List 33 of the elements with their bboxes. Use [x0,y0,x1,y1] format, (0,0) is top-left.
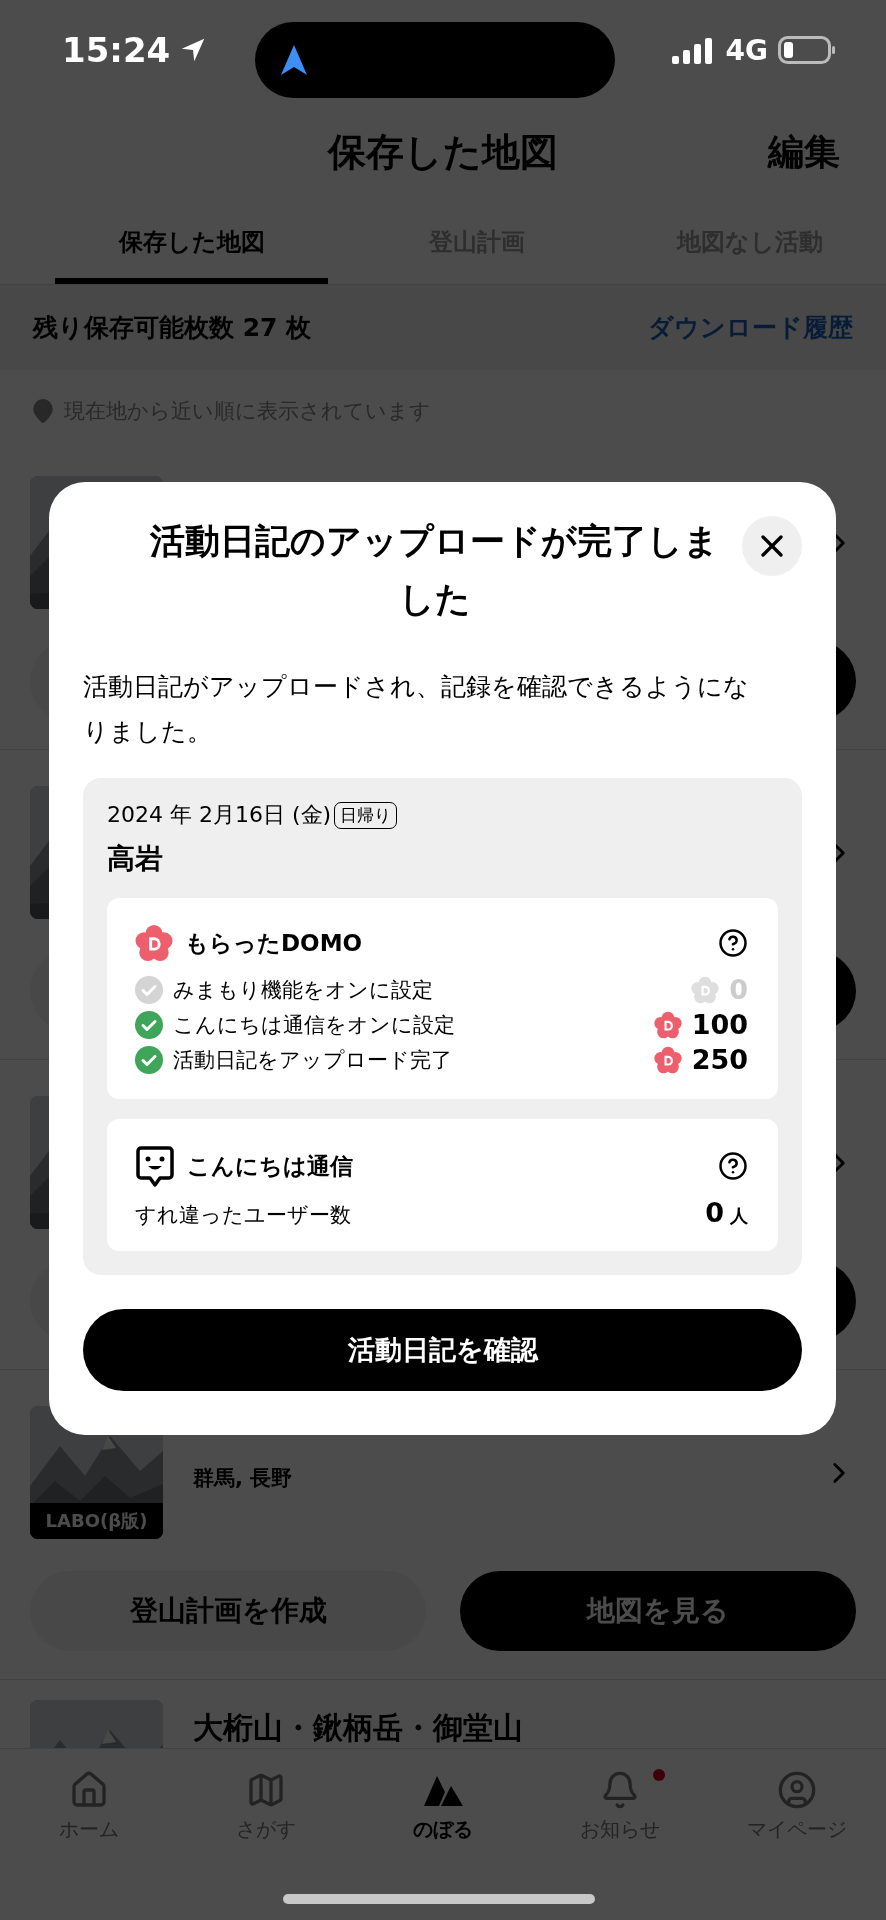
help-icon[interactable] [718,1151,748,1181]
encounter-title: こんにちは通信 [187,1151,354,1181]
battery-icon [778,36,836,64]
navigation-arrow-icon [281,45,307,75]
domo-task: こんにちは通信をオンに設定 [173,1011,456,1039]
encounter-unit: 人 [730,1204,748,1228]
domo-points: 100 [691,1009,748,1040]
encounter-count: 0 [705,1197,724,1228]
status-time: 15:24 [62,30,171,70]
map-title: 大桁山・鍬柄岳・御堂山 [193,1709,524,1747]
domo-flower-icon [135,924,173,962]
page-title: 保存した地図 [328,129,558,176]
quota-text: 残り保存可能枚数 27 枚 [33,312,312,344]
mountain-name: 高岩 [107,841,164,877]
view-diary-button[interactable]: 活動日記を確認 [83,1309,802,1391]
domo-task: みまもり機能をオンに設定 [173,976,434,1004]
domo-title: もらったDOMO [185,928,364,958]
domo-points: 250 [691,1044,748,1075]
domo-task: 活動日記をアップロード完了 [173,1046,453,1074]
encounter-label: すれ違ったユーザー数 [135,1202,351,1229]
dialog-message: 活動日記がアップロードされ、記録を確認できるようになりました。 [83,671,750,748]
map-region: 群馬, 長野 [193,1465,294,1492]
domo-flower-icon [653,1045,682,1074]
dialog-title: 活動日記のアップロードが完了しました [149,520,720,621]
activity-date: 2024 年 2月16日 (金) [107,801,332,829]
domo-flower-icon [653,1010,682,1039]
download-history-link[interactable]: ダウンロード履歴 [648,311,853,344]
speech-bubble-face-icon [135,1145,175,1187]
network-label: 4G [725,33,768,67]
help-icon[interactable] [718,928,748,958]
domo-flower-icon [691,975,720,1004]
trip-type-tag: 日帰り [334,801,398,829]
edit-button[interactable]: 編集 [762,127,846,178]
